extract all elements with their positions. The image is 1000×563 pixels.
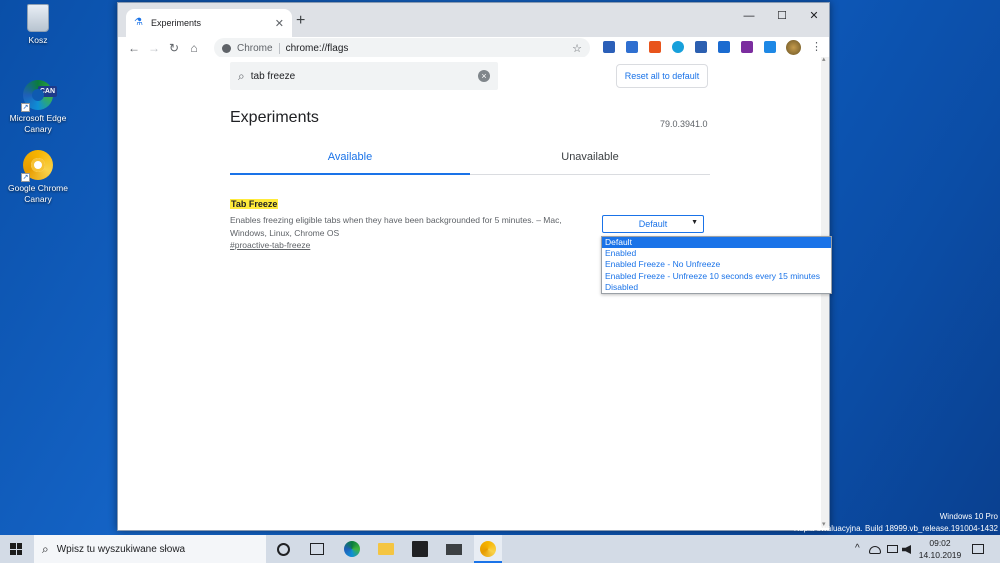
- windows-watermark: Windows 10 Pro Kopia ewaluacyjna. Build …: [794, 511, 998, 535]
- file-explorer-icon[interactable]: [378, 543, 394, 555]
- search-icon: ⌕: [42, 541, 49, 556]
- flag-select[interactable]: Default ▼: [602, 215, 704, 233]
- network-icon[interactable]: [887, 545, 898, 553]
- reset-all-button[interactable]: Reset all to default: [616, 64, 708, 88]
- canary-badge: CAN: [37, 86, 57, 97]
- taskbar-clock[interactable]: 09:02 14.10.2019: [918, 537, 962, 561]
- page-title: Experiments: [230, 109, 319, 126]
- chrome-canary-taskbar-icon: [480, 541, 496, 557]
- option-enabled-freeze-unfreeze[interactable]: Enabled Freeze - Unfreeze 10 seconds eve…: [602, 271, 831, 282]
- tab-unavailable[interactable]: Unavailable: [470, 151, 710, 163]
- recycle-bin-icon: [27, 4, 49, 32]
- start-button[interactable]: [0, 535, 32, 563]
- windows-logo-icon: [10, 543, 22, 555]
- watermark-edition: Windows 10 Pro: [939, 512, 998, 521]
- search-icon: ⌕: [238, 68, 245, 83]
- tray-chevron-icon[interactable]: ^: [855, 543, 860, 554]
- flag-options-dropdown: Default Enabled Enabled Freeze - No Unfr…: [601, 236, 832, 294]
- desktop-icon-label: Google Chrome Canary: [7, 183, 68, 204]
- flag-link[interactable]: #proactive-tab-freeze: [230, 240, 310, 250]
- edge-canary-icon: CAN ↗: [21, 80, 57, 112]
- watermark-build: Kopia ewaluacyjna. Build 18999.vb_releas…: [793, 524, 998, 533]
- flags-tabs: Available Unavailable: [230, 141, 710, 175]
- chrome-canary-taskbar-button[interactable]: [474, 535, 502, 563]
- flags-search-input[interactable]: ⌕ tab freeze ×: [230, 62, 498, 90]
- chevron-down-icon: ▼: [691, 219, 698, 226]
- clock-date: 14.10.2019: [918, 550, 962, 560]
- onedrive-icon[interactable]: [869, 546, 881, 554]
- taskbar-search-placeholder: Wpisz tu wyszukiwane słowa: [56, 543, 186, 555]
- desktop-icon-edge-canary[interactable]: CAN ↗ Microsoft Edge Canary: [0, 80, 76, 135]
- flag-description: Enables freezing eligible tabs when they…: [230, 215, 562, 238]
- shortcut-arrow-icon: ↗: [21, 173, 30, 182]
- cortana-icon[interactable]: [277, 543, 290, 556]
- store-icon[interactable]: [412, 541, 428, 557]
- active-tab-indicator: [230, 173, 470, 175]
- desktop-icon-label: Microsoft Edge Canary: [9, 113, 67, 134]
- chrome-canary-icon: ↗: [21, 150, 53, 182]
- clock-time: 09:02: [929, 538, 951, 548]
- taskbar: ⌕ Wpisz tu wyszukiwane słowa ^ 09:02 14.…: [0, 535, 1000, 563]
- option-enabled[interactable]: Enabled: [602, 248, 831, 259]
- tab-available[interactable]: Available: [230, 151, 470, 163]
- option-default[interactable]: Default: [602, 237, 831, 249]
- search-value: tab freeze: [250, 70, 296, 82]
- taskbar-search-box[interactable]: ⌕ Wpisz tu wyszukiwane słowa: [34, 535, 266, 563]
- desktop-icon-chrome-canary[interactable]: ↗ Google Chrome Canary: [0, 150, 76, 205]
- edge-canary-taskbar-icon[interactable]: [344, 541, 360, 557]
- option-disabled[interactable]: Disabled: [602, 282, 831, 293]
- action-center-icon[interactable]: [972, 544, 984, 554]
- mail-icon[interactable]: [446, 544, 462, 555]
- desktop-icon-recycle-bin[interactable]: Kosz: [0, 4, 76, 46]
- volume-icon[interactable]: [902, 545, 911, 554]
- clear-search-icon[interactable]: ×: [478, 70, 490, 82]
- flag-name: Tab Freeze: [230, 199, 279, 209]
- desktop-icon-label: Kosz: [28, 35, 48, 45]
- shortcut-arrow-icon: ↗: [21, 103, 30, 112]
- option-enabled-freeze-no-unfreeze[interactable]: Enabled Freeze - No Unfreeze: [602, 259, 831, 270]
- flag-select-value: Default: [638, 219, 668, 229]
- task-view-icon[interactable]: [310, 543, 324, 555]
- version-label: 79.0.3941.0: [660, 119, 708, 129]
